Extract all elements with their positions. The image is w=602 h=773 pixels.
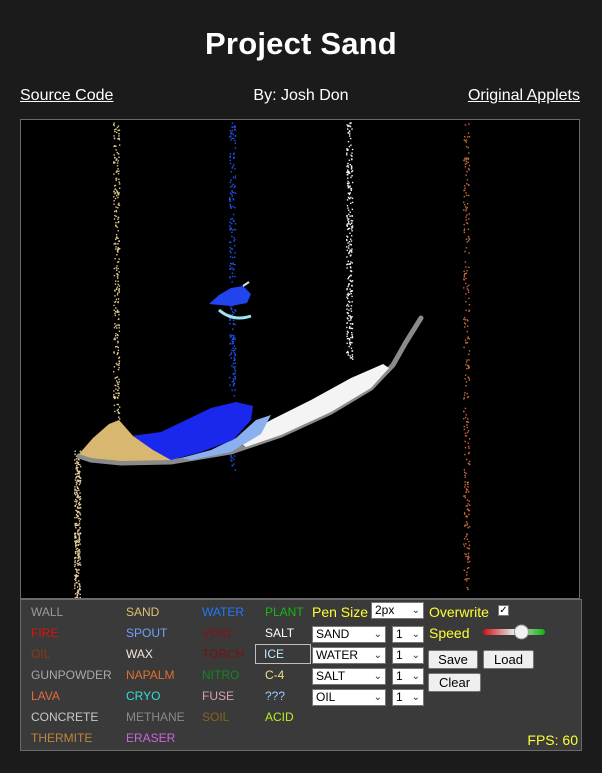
salt-stream: [346, 122, 354, 360]
element-spout-button[interactable]: SPOUT: [124, 625, 169, 641]
element-salt-button[interactable]: SALT: [263, 625, 296, 641]
spout-1-rate-select[interactable]: 1 ⌄: [392, 626, 424, 643]
sand-drip-stream: [74, 450, 82, 598]
element-torch-button[interactable]: TORCH: [200, 646, 246, 662]
ice-spark: [242, 281, 250, 287]
control-panel: WALL FIRE OIL GUNPOWDER LAVA CONCRETE THERMITE…: [20, 599, 582, 751]
load-button[interactable]: Load: [483, 650, 534, 669]
element-concrete-button[interactable]: CONCRETE: [29, 709, 100, 725]
element-thermite-button[interactable]: THERMITE: [29, 730, 94, 746]
spout-1-element-select[interactable]: SAND ⌄: [312, 626, 386, 643]
element-fuse-button[interactable]: FUSE: [200, 688, 236, 704]
page-title: Project Sand: [205, 26, 397, 61]
sand-canvas[interactable]: [20, 119, 580, 599]
element-sand-button[interactable]: SAND: [124, 604, 161, 620]
element-wax-button[interactable]: WAX: [124, 646, 155, 662]
chevron-down-icon: ⌄: [411, 692, 420, 703]
element-napalm-button[interactable]: NAPALM: [124, 667, 176, 683]
element-water-button[interactable]: WATER: [200, 604, 246, 620]
chevron-down-icon: ⌄: [373, 650, 382, 661]
speed-label: Speed: [429, 625, 470, 641]
chevron-down-icon: ⌄: [373, 692, 382, 703]
fps-counter: FPS: 60: [527, 732, 578, 748]
simulation-scene: [74, 122, 471, 598]
spout-4-rate-select[interactable]: 1 ⌄: [392, 689, 424, 706]
pen-size-select[interactable]: 2px ⌄: [371, 602, 424, 619]
chevron-down-icon: ⌄: [373, 671, 382, 682]
element-wall-button[interactable]: WALL: [29, 604, 65, 620]
water-blob: [209, 286, 251, 306]
sand-stream: [113, 122, 121, 420]
speed-slider-thumb[interactable]: [513, 624, 529, 640]
chevron-down-icon: ⌄: [373, 629, 382, 640]
overwrite-label: Overwrite: [429, 604, 489, 620]
save-button[interactable]: Save: [428, 650, 478, 669]
element-mystery-button[interactable]: ???: [263, 688, 287, 704]
chevron-down-icon: ⌄: [411, 650, 420, 661]
element-cryo-button[interactable]: CRYO: [124, 688, 162, 704]
original-applets-link[interactable]: Original Applets: [468, 87, 580, 105]
element-plant-button[interactable]: PLANT: [263, 604, 306, 620]
element-nitro-button[interactable]: NITRO: [200, 667, 241, 683]
spout-4-element-select[interactable]: OIL ⌄: [312, 689, 386, 706]
element-soil-button[interactable]: SOIL: [200, 709, 231, 725]
overwrite-checkbox[interactable]: ✓: [498, 605, 509, 616]
check-icon: ✓: [499, 605, 508, 616]
spout-2-element-select[interactable]: WATER ⌄: [312, 647, 386, 664]
element-eraser-button[interactable]: ERASER: [124, 730, 177, 746]
spout-3-element-select[interactable]: SALT ⌄: [312, 668, 386, 685]
element-c-4-button[interactable]: C-4: [263, 667, 286, 683]
clear-button[interactable]: Clear: [428, 673, 481, 692]
spout-3-rate-select[interactable]: 1 ⌄: [392, 668, 424, 685]
chevron-down-icon: ⌄: [411, 671, 420, 682]
pen-size-label: Pen Size: [312, 604, 369, 620]
chevron-down-icon: ⌄: [411, 605, 420, 616]
element-fire-button[interactable]: FIRE: [29, 625, 60, 641]
speed-slider[interactable]: [481, 624, 547, 640]
element-methane-button[interactable]: METHANE: [124, 709, 187, 725]
element-acid-button[interactable]: ACID: [263, 709, 296, 725]
element-lava-button[interactable]: LAVA: [29, 688, 62, 704]
oil-stream: [463, 123, 471, 591]
chevron-down-icon: ⌄: [411, 629, 420, 640]
element-ice-button[interactable]: ICE: [255, 644, 311, 664]
spout-2-rate-select[interactable]: 1 ⌄: [392, 647, 424, 664]
element-gunpowder-button[interactable]: GUNPOWDER: [29, 667, 114, 683]
element-void-button[interactable]: VOID: [200, 625, 233, 641]
element-oil-button[interactable]: OIL: [29, 646, 52, 662]
